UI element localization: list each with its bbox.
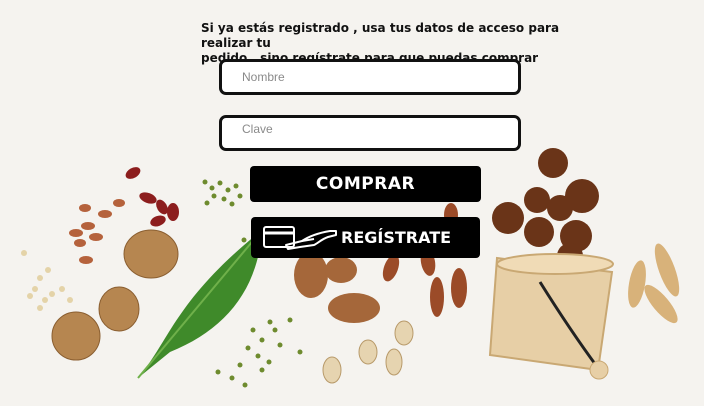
register-button[interactable]: REGÍSTRATE — [251, 217, 480, 258]
register-button-label: REGÍSTRATE — [341, 228, 452, 247]
password-field-container — [219, 115, 521, 151]
hand-card-icon — [263, 226, 337, 250]
buy-button[interactable]: COMPRAR — [250, 166, 481, 202]
name-input[interactable] — [222, 62, 512, 92]
password-input[interactable] — [222, 118, 512, 140]
instructions-line-1: Si ya estás registrado , usa tus datos d… — [201, 21, 560, 50]
buy-button-label: COMPRAR — [315, 174, 416, 194]
name-field-container — [219, 59, 521, 95]
